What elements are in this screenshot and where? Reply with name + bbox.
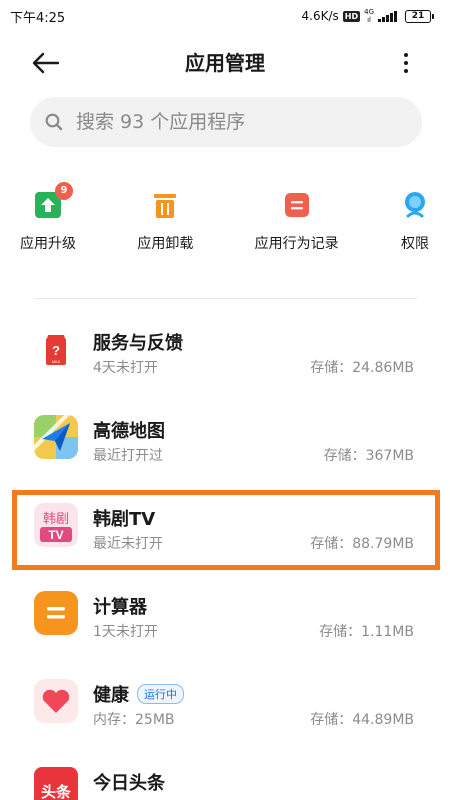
app-row-health[interactable]: 健康 运行中 内存：25MB 存储：44.89MB	[0, 664, 450, 752]
app-status: 内存：25MB	[93, 712, 175, 728]
record-icon	[282, 190, 312, 220]
battery-level: 21	[405, 9, 431, 23]
app-storage: 存储：367MB	[323, 448, 414, 464]
hanju-tv-app-icon: 韩剧 TV	[34, 503, 78, 547]
app-status: 最近打开过	[93, 448, 163, 464]
search-bar[interactable]	[30, 97, 422, 147]
shortcut-label: 权限	[400, 236, 429, 252]
trash-icon	[150, 190, 180, 220]
app-name: 高德地图	[93, 417, 165, 443]
header: 应用管理	[0, 40, 450, 86]
app-name-text: 韩剧TV	[93, 509, 156, 530]
health-app-icon	[34, 679, 78, 723]
status-time: 下午4:25	[10, 10, 66, 26]
page-title: 应用管理	[185, 51, 265, 75]
net-speed: 4.6K/s	[301, 9, 339, 23]
feedback-icon-mark: ?	[52, 343, 60, 358]
app-name-text: 健康	[93, 685, 129, 706]
toutiao-icon-text: 头条	[41, 783, 72, 800]
back-button[interactable]	[30, 48, 66, 78]
divider	[34, 298, 417, 299]
shortcut-row: 9 应用升级 应用卸载 应用行为记录 权限	[20, 182, 430, 270]
amap-app-icon	[34, 415, 78, 459]
app-status: 4天未打开	[93, 360, 158, 376]
running-status-badge: 运行中	[137, 684, 184, 704]
shortcut-label: 应用升级	[20, 236, 76, 252]
app-row-calculator[interactable]: 计算器 1天未打开 存储：1.11MB	[0, 576, 450, 664]
feedback-icon-brand: MIUI	[52, 359, 60, 364]
search-input[interactable]	[76, 111, 396, 133]
app-storage: 存储：24.86MB	[310, 360, 414, 376]
calculator-app-icon	[34, 591, 78, 635]
permissions-button[interactable]: 权限	[400, 190, 430, 270]
app-uninstall-button[interactable]: 应用卸载	[137, 190, 193, 270]
shortcut-label: 应用卸载	[137, 236, 194, 252]
app-storage: 存储：1.11MB	[319, 624, 414, 640]
feedback-app-icon: ? MIUI	[34, 327, 78, 371]
permission-icon	[400, 190, 430, 220]
hd-icon: HD	[342, 10, 361, 22]
app-name: 服务与反馈	[93, 329, 183, 355]
back-arrow-icon	[32, 52, 60, 74]
status-indicators: 4.6K/s HD 4G ıl 21	[302, 8, 434, 24]
more-options-button[interactable]	[396, 48, 416, 78]
network-type-icon: 4G ıl	[364, 8, 374, 24]
toutiao-app-icon: 头条	[34, 767, 78, 800]
app-name-text: 高德地图	[93, 421, 165, 442]
app-row-amap[interactable]: 高德地图 最近打开过 存储：367MB	[0, 400, 450, 488]
app-storage: 存储：44.89MB	[310, 712, 414, 728]
app-status: 1天未打开	[93, 624, 158, 640]
app-storage: 存储：88.79MB	[310, 536, 414, 552]
upgrade-badge: 9	[55, 182, 73, 200]
app-name-text: 服务与反馈	[93, 333, 183, 354]
signal-icon	[378, 10, 397, 22]
app-name: 健康 运行中	[93, 681, 184, 707]
app-name: 韩剧TV	[93, 505, 155, 531]
app-list: ? MIUI 服务与反馈 4天未打开 存储：24.86MB 高德地图 最近打开过…	[0, 312, 450, 800]
app-name-text: 计算器	[93, 597, 147, 618]
shortcut-label: 应用行为记录	[254, 236, 339, 252]
app-name-text: 今日头条	[93, 773, 165, 794]
app-name: 今日头条	[93, 769, 165, 795]
app-row-toutiao[interactable]: 头条 今日头条	[0, 752, 450, 800]
app-behavior-record-button[interactable]: 应用行为记录	[255, 190, 339, 270]
hanju-icon-tv: TV	[48, 528, 63, 542]
app-row-hanju-tv[interactable]: 韩剧 TV 韩剧TV 最近未打开 存储：88.79MB	[0, 488, 450, 576]
search-icon	[45, 113, 63, 131]
hanju-icon-text: 韩剧	[43, 512, 69, 527]
status-bar: 下午4:25 4.6K/s HD 4G ıl 21	[0, 0, 450, 32]
upgrade-icon: 9	[33, 182, 73, 220]
network-activity-label: ıl	[367, 16, 371, 24]
app-row-feedback[interactable]: ? MIUI 服务与反馈 4天未打开 存储：24.86MB	[0, 312, 450, 400]
app-status: 最近未打开	[93, 536, 163, 552]
battery-icon: 21	[405, 9, 434, 23]
app-upgrade-button[interactable]: 9 应用升级	[20, 182, 76, 270]
network-type-label: 4G	[364, 8, 374, 16]
app-name: 计算器	[93, 593, 147, 619]
